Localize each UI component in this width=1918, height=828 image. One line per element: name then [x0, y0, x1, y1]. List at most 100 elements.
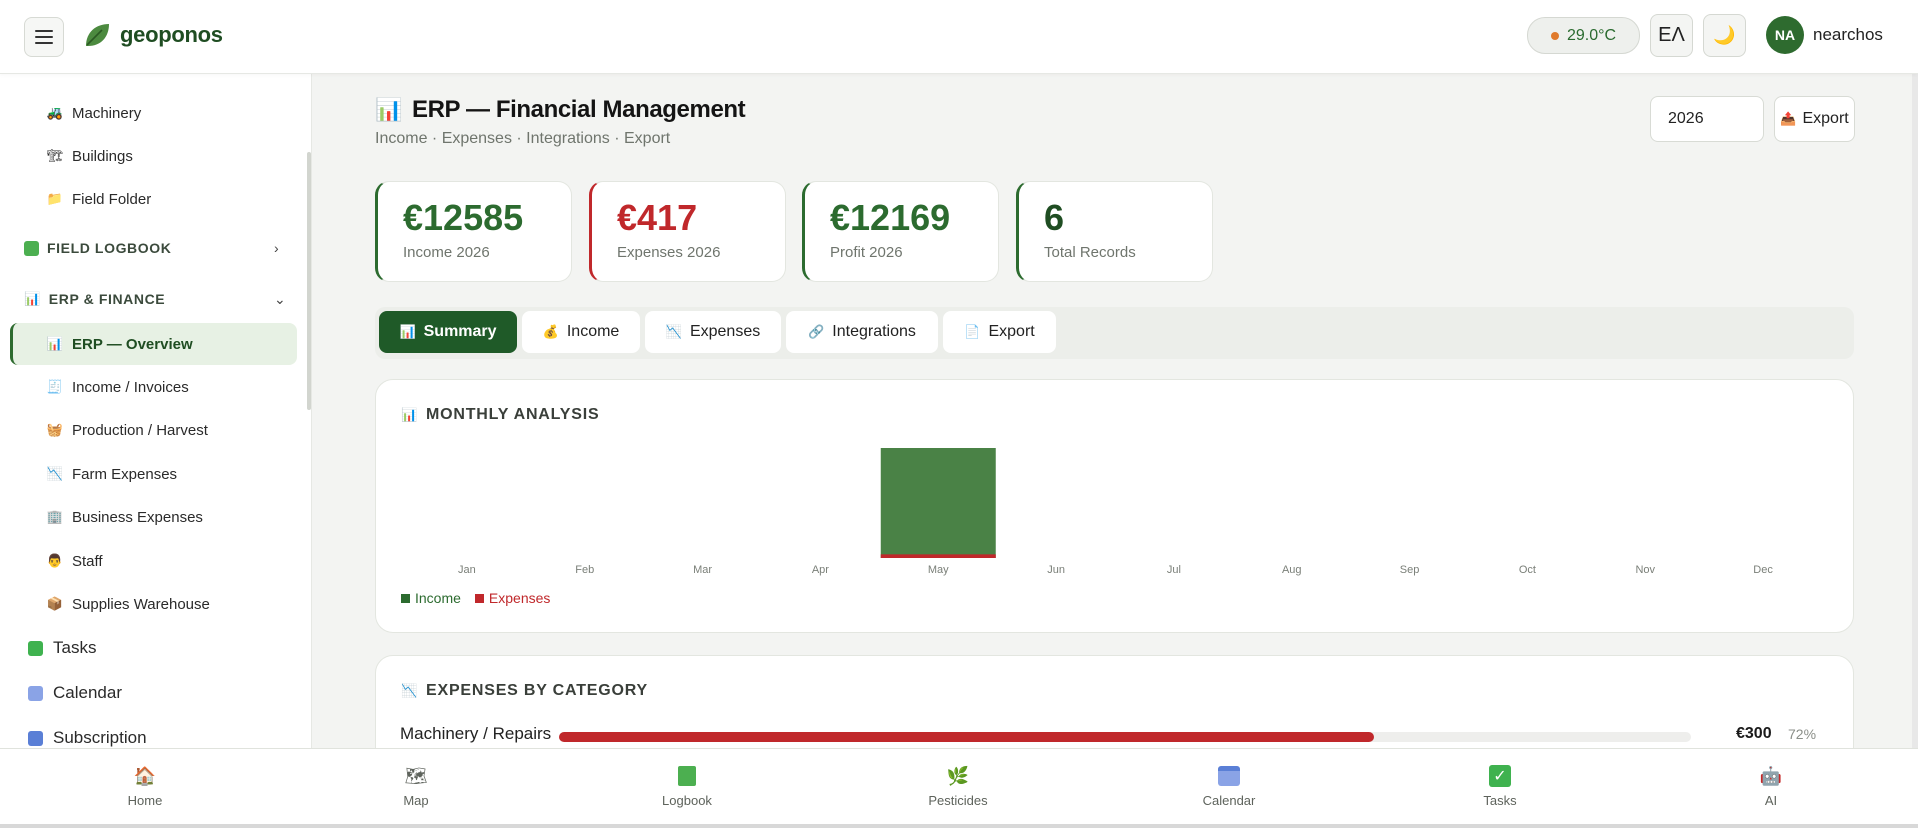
brand[interactable]: geoponos: [82, 20, 223, 50]
tab-export[interactable]: 📄 Export: [943, 311, 1056, 353]
sidebar-item-label: Business Expenses: [72, 508, 203, 526]
sidebar-item-machinery[interactable]: 🚜 Machinery: [46, 95, 141, 131]
legend-item-expenses: Expenses: [474, 590, 550, 606]
sidebar-item-supplies-warehouse[interactable]: 📦 Supplies Warehouse: [46, 586, 210, 622]
sidebar-item-tasks[interactable]: Tasks: [28, 630, 96, 666]
kpi-expenses: €417 Expenses 2026: [589, 181, 786, 282]
nav-pesticides[interactable]: 🌿 Pesticides: [908, 765, 1008, 809]
sidebar-item-label: Subscription: [53, 728, 147, 747]
sidebar-item-subscription[interactable]: Subscription: [28, 720, 147, 748]
nav-ai[interactable]: 🤖 AI: [1721, 765, 1821, 809]
hamburger-menu-button[interactable]: [24, 17, 64, 57]
logbook-icon: [675, 765, 699, 787]
calendar-icon: [28, 685, 43, 701]
year-input[interactable]: 2026: [1650, 96, 1764, 142]
nav-map[interactable]: 🗺 Map: [366, 765, 466, 809]
kpi-value: €417: [617, 197, 698, 238]
invoice-icon: 🧾: [46, 379, 64, 394]
tab-income[interactable]: 💰 Income: [522, 311, 640, 353]
brand-name: geoponos: [120, 22, 223, 47]
tractor-icon: 🚜: [46, 105, 64, 120]
sidebar-item-staff[interactable]: 👨 Staff: [46, 543, 103, 579]
sidebar-item-erp-overview[interactable]: 📊 ERP — Overview: [46, 326, 193, 362]
card-title: 📉 EXPENSES BY CATEGORY: [401, 682, 648, 700]
tab-bar: 📊 Summary 💰 Income 📉 Expenses 🔗 Integrat…: [375, 307, 1854, 359]
sidebar-item-label: Income / Invoices: [72, 378, 189, 396]
legend-item-income: Income: [401, 590, 461, 606]
sidebar-item-buildings[interactable]: 🏗 Buildings: [46, 138, 133, 174]
chart-legend: Income Expenses: [401, 590, 550, 606]
card-title-text: EXPENSES BY CATEGORY: [426, 682, 648, 699]
x-tick-label: Dec: [1753, 564, 1773, 576]
user-name[interactable]: nearchos: [1813, 25, 1883, 45]
sidebar-item-calendar[interactable]: Calendar: [28, 675, 122, 711]
nav-label: AI: [1764, 793, 1778, 808]
sidebar-item-label: Supplies Warehouse: [72, 595, 210, 613]
sidebar-section-erp-finance[interactable]: 📊 ERP & FINANCE ⌄: [24, 281, 286, 317]
chart-icon: 📊: [375, 97, 402, 122]
x-tick-label: Feb: [575, 564, 594, 576]
sidebar-item-production-harvest[interactable]: 🧺 Production / Harvest: [46, 412, 208, 448]
sidebar-item-label: Production / Harvest: [72, 421, 208, 439]
worker-icon: 👨: [46, 553, 64, 568]
window-bottom-edge: [0, 824, 1918, 828]
sidebar-item-business-expenses[interactable]: 🏢 Business Expenses: [46, 499, 203, 535]
chart-down-icon: 📉: [401, 683, 418, 698]
nav-label: Calendar: [1202, 793, 1256, 808]
nav-label: Logbook: [662, 793, 712, 808]
category-row: Machinery / Repairs €300 72%: [400, 722, 1820, 748]
sidebar-item-label: Calendar: [53, 683, 122, 702]
sidebar-item-label: Buildings: [72, 147, 133, 165]
kpi-label: Total Records: [1044, 243, 1136, 261]
x-tick-label: Aug: [1282, 564, 1302, 576]
language-toggle-button[interactable]: ΕΛ: [1650, 14, 1693, 57]
tab-label: Integrations: [832, 323, 916, 340]
x-tick-label: Sep: [1400, 564, 1420, 576]
nav-label: Pesticides: [928, 793, 988, 808]
kpi-value: €12169: [830, 197, 951, 238]
tab-summary[interactable]: 📊 Summary: [379, 311, 517, 353]
export-icon: 📤: [1780, 111, 1797, 126]
category-percent: 72%: [1788, 726, 1817, 742]
sidebar-item-label: Farm Expenses: [72, 465, 178, 483]
sidebar-item-field-folder[interactable]: 📁 Field Folder: [46, 181, 151, 217]
tab-label: Expenses: [689, 323, 761, 340]
bottom-navigation: 🏠 Home 🗺 Map Logbook 🌿 Pesticides Calend…: [0, 748, 1918, 828]
chart-icon: 📊: [399, 324, 416, 339]
card-icon: [28, 730, 43, 746]
sidebar-section-field-logbook[interactable]: FIELD LOGBOOK ›: [24, 230, 279, 266]
tab-label: Export: [988, 323, 1035, 340]
weather-badge[interactable]: 29.0°C: [1527, 17, 1640, 54]
calendar-icon: [1217, 765, 1241, 787]
kpi-income: €12585 Income 2026: [375, 181, 572, 282]
moon-icon: 🌙: [1713, 25, 1736, 45]
x-tick-label: Oct: [1519, 564, 1536, 576]
x-tick-label: Mar: [693, 564, 712, 576]
chart-down-icon: 📉: [46, 466, 64, 481]
menu-line: [35, 30, 53, 32]
nav-logbook[interactable]: Logbook: [637, 765, 737, 808]
x-tick-label: Jan: [458, 564, 476, 576]
tab-integrations[interactable]: 🔗 Integrations: [786, 311, 938, 353]
sidebar-item-farm-expenses[interactable]: 📉 Farm Expenses: [46, 456, 177, 492]
sidebar-scrollbar[interactable]: [307, 152, 311, 410]
folder-icon: 📁: [46, 191, 64, 206]
dark-mode-toggle-button[interactable]: 🌙: [1703, 14, 1746, 57]
top-bar: geoponos 29.0°C ΕΛ 🌙 NA nearchos: [0, 0, 1918, 74]
page-scrollbar[interactable]: [1912, 0, 1918, 828]
tab-expenses[interactable]: 📉 Expenses: [645, 311, 781, 353]
page-title: 📊 ERP — Financial Management: [375, 96, 746, 124]
avatar[interactable]: NA: [1766, 16, 1804, 54]
x-tick-label: Jun: [1047, 564, 1065, 576]
nav-calendar[interactable]: Calendar: [1179, 765, 1279, 808]
link-icon: 🔗: [808, 324, 825, 339]
export-button[interactable]: 📤 Export: [1774, 96, 1855, 142]
nav-tasks[interactable]: ✓ Tasks: [1450, 765, 1550, 808]
tab-label: Summary: [423, 323, 497, 340]
sidebar-item-income-invoices[interactable]: 🧾 Income / Invoices: [46, 369, 189, 405]
x-tick-label: Apr: [812, 564, 829, 576]
nav-home[interactable]: 🏠 Home: [95, 765, 195, 809]
sidebar-item-label: Machinery: [72, 104, 142, 122]
nav-label: Map: [403, 793, 429, 808]
robot-icon: 🤖: [1759, 765, 1783, 786]
